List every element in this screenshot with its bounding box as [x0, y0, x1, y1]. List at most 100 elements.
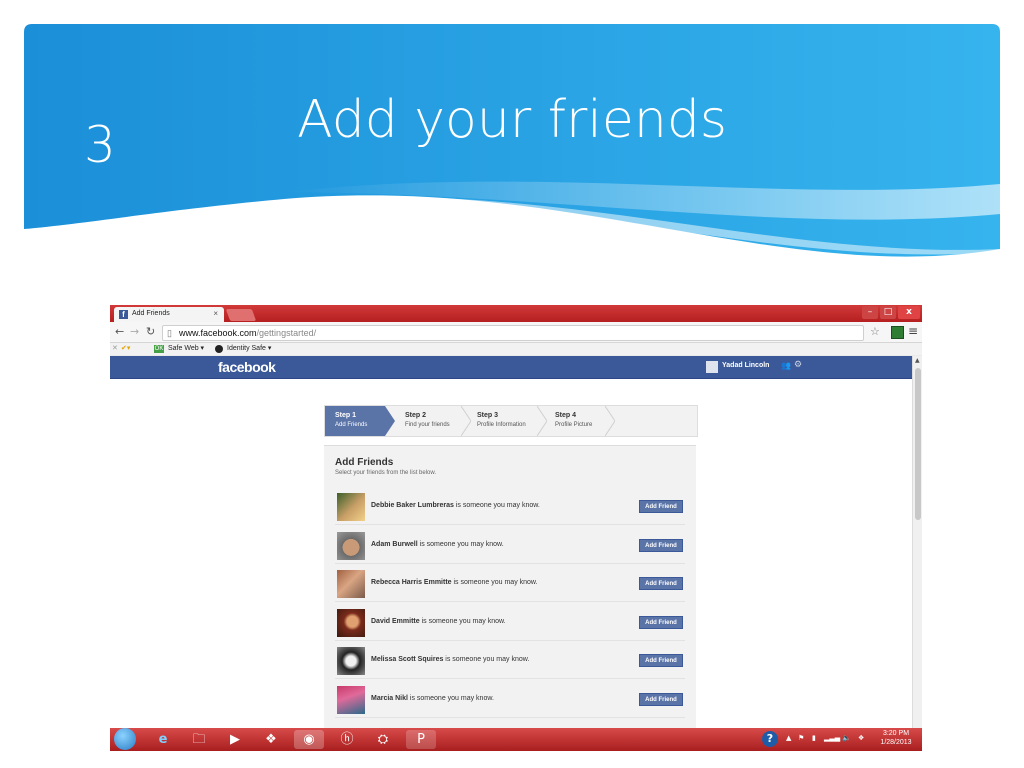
help-icon[interactable]: ? [762, 731, 778, 747]
close-window-button[interactable]: x [898, 306, 920, 319]
add-friend-button[interactable]: Add Friend [639, 616, 683, 629]
friend-photo[interactable] [337, 609, 365, 637]
step-subtitle: Find your friends [405, 422, 450, 428]
browser-screenshot: f Add Friends × – □ x ← → ↻ ▯ www.facebo… [110, 305, 922, 750]
friend-name[interactable]: Adam Burwell [371, 541, 418, 548]
user-avatar[interactable] [706, 361, 718, 373]
file-explorer-icon[interactable]: 🗀 [184, 730, 214, 749]
step-1[interactable]: Step 1 Add Friends [325, 406, 385, 436]
url-host: www.facebook.com [179, 328, 257, 338]
show-hidden-icons-icon[interactable]: ▲ [786, 734, 791, 742]
add-friends-panel: Add Friends Select your friends from the… [324, 445, 696, 750]
clock-date[interactable]: 1/28/2013 [876, 739, 916, 746]
friend-name[interactable]: David Emmitte [371, 618, 420, 625]
internet-explorer-icon[interactable]: e [148, 730, 178, 749]
browser-navbar: ← → ↻ ▯ www.facebook.com/gettingstarted/… [110, 322, 922, 343]
friend-requests-icon[interactable]: 👥 [781, 361, 791, 370]
friend-name[interactable]: Debbie Baker Lumbreras [371, 502, 454, 509]
add-friend-button[interactable]: Add Friend [639, 577, 683, 590]
friend-photo[interactable] [337, 532, 365, 560]
step-2[interactable]: Step 2 Find your friends [395, 406, 471, 436]
chrome-icon[interactable]: ◉ [294, 730, 324, 749]
bookmark-star-icon[interactable]: ☆ [870, 325, 880, 338]
setup-steps: Step 1 Add Friends Step 2 Find your frie… [324, 405, 698, 437]
identity-safe-button[interactable]: Identity Safe ▾ [227, 344, 271, 352]
settings-gear-icon[interactable]: ⚙ [794, 360, 802, 370]
panel-title: Add Friends [335, 457, 394, 468]
friend-name[interactable]: Melissa Scott Squires [371, 656, 443, 663]
user-name-link[interactable]: Yadad Lincoln [722, 362, 769, 369]
battery-icon[interactable]: ▮ [812, 734, 816, 742]
facebook-logo[interactable]: facebook [218, 359, 276, 375]
minimize-button[interactable]: – [862, 306, 878, 319]
clock-time[interactable]: 3:20 PM [876, 730, 916, 737]
friend-suffix: is someone you may know. [417, 541, 504, 548]
friend-photo[interactable] [337, 647, 365, 675]
friend-text: David Emmitte is someone you may know. [371, 618, 506, 625]
extension-icon[interactable] [891, 326, 904, 339]
reload-icon[interactable]: ↻ [146, 325, 155, 338]
step-3[interactable]: Step 3 Profile Information [467, 406, 547, 436]
panel-subtitle: Select your friends from the list below. [335, 470, 437, 476]
tab-close-icon[interactable]: × [213, 309, 218, 318]
step-title: Step 3 [477, 412, 499, 419]
friend-photo[interactable] [337, 686, 365, 714]
maximize-button[interactable]: □ [880, 306, 896, 319]
slide-header: 3 Add your friends [24, 24, 1000, 264]
close-toolbar-icon[interactable]: ✕ [112, 344, 118, 352]
network-icon[interactable]: ⛭ [368, 730, 398, 749]
start-button-icon[interactable] [114, 728, 136, 750]
tab-title: Add Friends [132, 310, 170, 317]
friend-text: Debbie Baker Lumbreras is someone you ma… [371, 502, 540, 509]
facebook-topbar: facebook Yadad Lincoln 👥 ⚙ [110, 356, 912, 379]
friend-suggestion: Marcia Nikl is someone you may know. Add… [335, 679, 685, 718]
friend-name[interactable]: Marcia Nikl [371, 695, 408, 702]
action-center-flag-icon[interactable]: ⚑ [798, 734, 804, 742]
step-separator [605, 406, 615, 436]
step-1-arrow [385, 406, 395, 436]
facebook-favicon-icon: f [119, 310, 128, 319]
step-title: Step 4 [555, 412, 577, 419]
friend-text: Rebecca Harris Emmitte is someone you ma… [371, 579, 538, 586]
friend-name[interactable]: Rebecca Harris Emmitte [371, 579, 452, 586]
scroll-thumb[interactable] [915, 368, 921, 520]
norton-check-icon[interactable]: ✔▾ [121, 344, 130, 352]
dropbox-tray-icon[interactable]: ❖ [858, 734, 864, 742]
friend-suffix: is someone you may know. [451, 579, 538, 586]
friend-text: Melissa Scott Squires is someone you may… [371, 656, 529, 663]
add-friend-button[interactable]: Add Friend [639, 654, 683, 667]
add-friend-button[interactable]: Add Friend [639, 500, 683, 513]
friend-suggestion: Melissa Scott Squires is someone you may… [335, 640, 685, 679]
friend-photo[interactable] [337, 570, 365, 598]
step-subtitle: Profile Information [477, 422, 526, 428]
hp-icon[interactable]: ⓗ [332, 730, 362, 749]
powerpoint-icon[interactable]: P [406, 730, 436, 749]
step-subtitle: Profile Picture [555, 422, 593, 428]
add-friend-button[interactable]: Add Friend [639, 693, 683, 706]
menu-icon[interactable]: ≡ [908, 324, 918, 338]
add-friend-button[interactable]: Add Friend [639, 539, 683, 552]
browser-tab[interactable]: f Add Friends × [114, 307, 224, 322]
media-player-icon[interactable]: ▶ [220, 730, 250, 749]
friend-suggestion: Adam Burwell is someone you may know. Ad… [335, 525, 685, 564]
new-tab-button[interactable] [225, 309, 257, 321]
forward-arrow-icon[interactable]: → [130, 325, 139, 338]
signal-strength-icon[interactable]: ▂▃▄ [824, 734, 840, 742]
friend-suffix: is someone you may know. [407, 695, 494, 702]
friend-suggestion: Rebecca Harris Emmitte is someone you ma… [335, 563, 685, 602]
address-bar[interactable]: ▯ www.facebook.com/gettingstarted/ [162, 325, 864, 341]
back-arrow-icon[interactable]: ← [115, 325, 124, 338]
friend-text: Adam Burwell is someone you may know. [371, 541, 504, 548]
dropbox-icon[interactable]: ❖ [256, 730, 286, 749]
volume-icon[interactable]: 🔈 [842, 734, 851, 742]
safe-web-button[interactable]: Safe Web ▾ [168, 344, 204, 352]
friend-suggestion: Debbie Baker Lumbreras is someone you ma… [335, 486, 685, 525]
friend-photo[interactable] [337, 493, 365, 521]
safe-web-icon: OK [154, 345, 164, 353]
step-title: Step 1 [335, 412, 357, 419]
scroll-up-icon[interactable]: ▲ [915, 357, 920, 364]
bookmarks-bar: ✕ ✔▾ OK Safe Web ▾ Identity Safe ▾ [110, 343, 922, 355]
friend-text: Marcia Nikl is someone you may know. [371, 695, 494, 702]
page-scrollbar[interactable]: ▲ ▼ [912, 356, 922, 750]
step-title: Step 2 [405, 412, 427, 419]
